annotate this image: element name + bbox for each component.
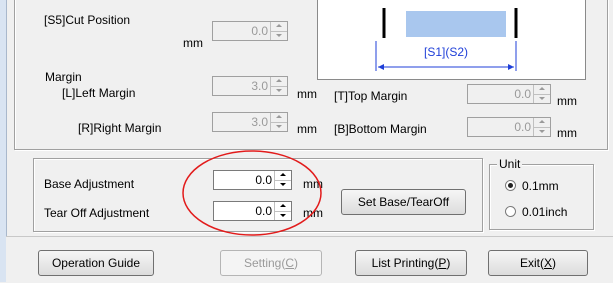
exit-button-key: X — [543, 256, 552, 270]
right-margin-spinner[interactable]: 3.0 — [212, 112, 288, 132]
tear-off-adjustment-value: 0.0 — [255, 204, 272, 218]
exit-button-text: Exit( — [519, 256, 544, 270]
setting-button[interactable]: Setting(C) — [220, 250, 322, 276]
preview-diagram — [375, 8, 518, 71]
bottom-margin-unit: mm — [557, 126, 577, 140]
left-margin-label: [L]Left Margin — [62, 86, 136, 100]
left-margin-value: 3.0 — [251, 79, 268, 93]
list-printing-button[interactable]: List Printing(P) — [355, 250, 467, 276]
bottom-margin-value: 0.0 — [514, 120, 531, 134]
setting-button-text: Setting( — [243, 256, 286, 270]
unit-option-0.1mm-label[interactable]: 0.1mm — [522, 179, 559, 193]
bottom-margin-label: [B]Bottom Margin — [334, 122, 427, 136]
right-margin-label: [R]Right Margin — [78, 121, 162, 135]
list-printing-button-text: List Printing( — [371, 256, 439, 270]
cut-position-value: 0.0 — [251, 24, 268, 38]
set-base-tearoff-button[interactable]: Set Base/TearOff — [341, 189, 466, 215]
preview-arrow-right-icon — [508, 64, 514, 70]
spin-down-icon[interactable] — [534, 127, 550, 136]
tear-off-adjustment-unit: mm — [303, 206, 323, 220]
margin-heading: Margin — [45, 70, 82, 84]
base-adjustment-unit: mm — [303, 177, 323, 191]
preview-pane: [S1](S2) — [317, 0, 586, 80]
spin-down-icon[interactable] — [271, 86, 287, 95]
cut-position-label: [S5]Cut Position — [44, 13, 131, 27]
tear-off-adjustment-label: Tear Off Adjustment — [44, 206, 150, 220]
bottom-margin-spinner[interactable]: 0.0 — [467, 117, 551, 137]
list-printing-button-end: ) — [446, 256, 451, 270]
unit-radio-0.01inch[interactable] — [505, 206, 516, 217]
unit-option-0.01inch-label[interactable]: 0.01inch — [522, 205, 567, 219]
base-adjustment-value: 0.0 — [255, 173, 272, 187]
unit-group-title: Unit — [497, 157, 523, 171]
preview-paper-block — [406, 11, 506, 37]
preview-dimension-label: [S1](S2) — [424, 45, 469, 59]
right-margin-value: 3.0 — [251, 115, 268, 129]
top-margin-spinner[interactable]: 0.0 — [467, 84, 551, 104]
top-margin-value: 0.0 — [514, 87, 531, 101]
tear-off-adjustment-spinner[interactable]: 0.0 — [213, 201, 292, 221]
unit-radio-0.1mm[interactable] — [505, 180, 516, 191]
preview-arrow-left-icon — [378, 64, 384, 70]
exit-button-end: ) — [552, 256, 556, 270]
top-margin-unit: mm — [557, 94, 577, 108]
exit-button[interactable]: Exit(X) — [488, 250, 588, 276]
spin-down-icon[interactable] — [271, 122, 287, 131]
setting-button-end: ) — [294, 256, 299, 270]
unit-group — [489, 164, 594, 230]
setting-button-key: C — [285, 256, 295, 270]
left-margin-unit: mm — [297, 87, 317, 101]
operation-guide-button[interactable]: Operation Guide — [38, 250, 154, 276]
top-margin-label: [T]Top Margin — [334, 89, 408, 103]
left-margin-spinner[interactable]: 3.0 — [212, 76, 288, 96]
cut-position-unit: mm — [183, 36, 203, 50]
spin-down-icon[interactable] — [534, 94, 550, 103]
base-adjustment-label: Base Adjustment — [44, 177, 135, 191]
cut-position-spinner[interactable]: 0.0 — [212, 21, 288, 41]
right-margin-unit: mm — [297, 122, 317, 136]
spin-down-icon[interactable] — [271, 31, 287, 40]
spin-down-icon[interactable] — [275, 211, 291, 220]
spin-down-icon[interactable] — [275, 180, 291, 189]
base-adjustment-spinner[interactable]: 0.0 — [213, 170, 292, 190]
